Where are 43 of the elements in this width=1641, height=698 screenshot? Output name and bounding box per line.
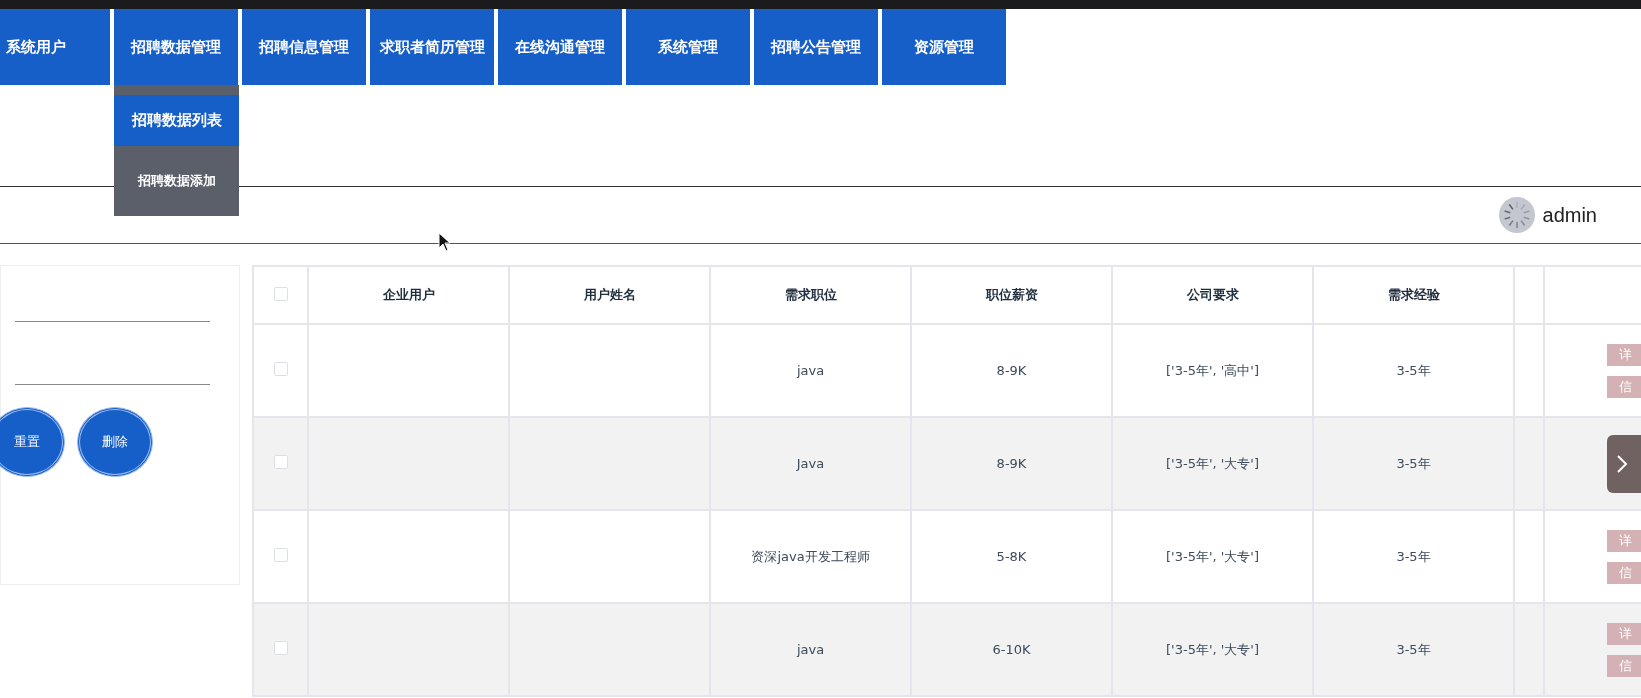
nav-menu-item[interactable]: 招聘数据管理 [114,9,238,85]
table-cell: ['3-5年', '大专'] [1166,641,1259,657]
table-cell: 3-5年 [1396,362,1431,378]
nav-menu-item[interactable]: 系统用户 [0,9,110,85]
table-cell: 3-5年 [1396,548,1431,564]
table-cell: ['3-5年', '大专'] [1166,455,1259,471]
dropdown-item[interactable]: 招聘数据列表 [114,95,239,146]
nav-menu-item[interactable]: 招聘公告管理 [754,9,878,85]
table-cell: 8-9K [996,363,1027,378]
table-cell: ['3-5年', '大专'] [1166,548,1259,564]
table-cell: 3-5年 [1396,455,1431,471]
nav-menu-item[interactable]: 招聘信息管理 [242,9,366,85]
nav-menu-item[interactable]: 在线沟通管理 [498,9,622,85]
user-name: admin [1542,203,1597,227]
table-cell: 5-8K [996,549,1027,564]
table-cell: 6-10K [992,642,1031,657]
column-header: 企业用户 [382,287,435,302]
nav-menu-item[interactable]: 系统管理 [626,9,750,85]
mouse-cursor-icon [438,232,452,252]
column-header: 用户姓名 [583,287,636,302]
nav-menu-item[interactable]: 资源管理 [882,9,1006,85]
chevron-right-icon [1615,454,1629,474]
table-cell: java [796,642,825,657]
table-cell: Java [796,456,825,471]
column-header: 需求经验 [1387,287,1440,302]
table-cell: java [796,363,825,378]
table-cell: 3-5年 [1396,641,1431,657]
checkbox[interactable] [273,286,288,301]
column-header: 职位薪资 [985,287,1038,302]
spinner-icon [1498,197,1535,233]
checkbox[interactable] [273,641,288,655]
column-header: 公司要求 [1186,287,1239,302]
checkbox[interactable] [273,455,288,469]
nav-menu-item[interactable]: 求职者简历管理 [370,9,494,85]
column-header: 需求职位 [784,287,837,302]
checkbox[interactable] [273,548,288,562]
round-button[interactable]: 重置 [0,407,65,477]
round-button[interactable]: 删除 [77,407,153,477]
table-cell: 8-9K [996,456,1027,471]
checkbox[interactable] [273,362,288,376]
next-arrow-button[interactable] [1607,435,1641,493]
table-cell: ['3-5年', '高中'] [1166,362,1259,378]
table-cell: 资深java开发工程师 [751,548,870,564]
